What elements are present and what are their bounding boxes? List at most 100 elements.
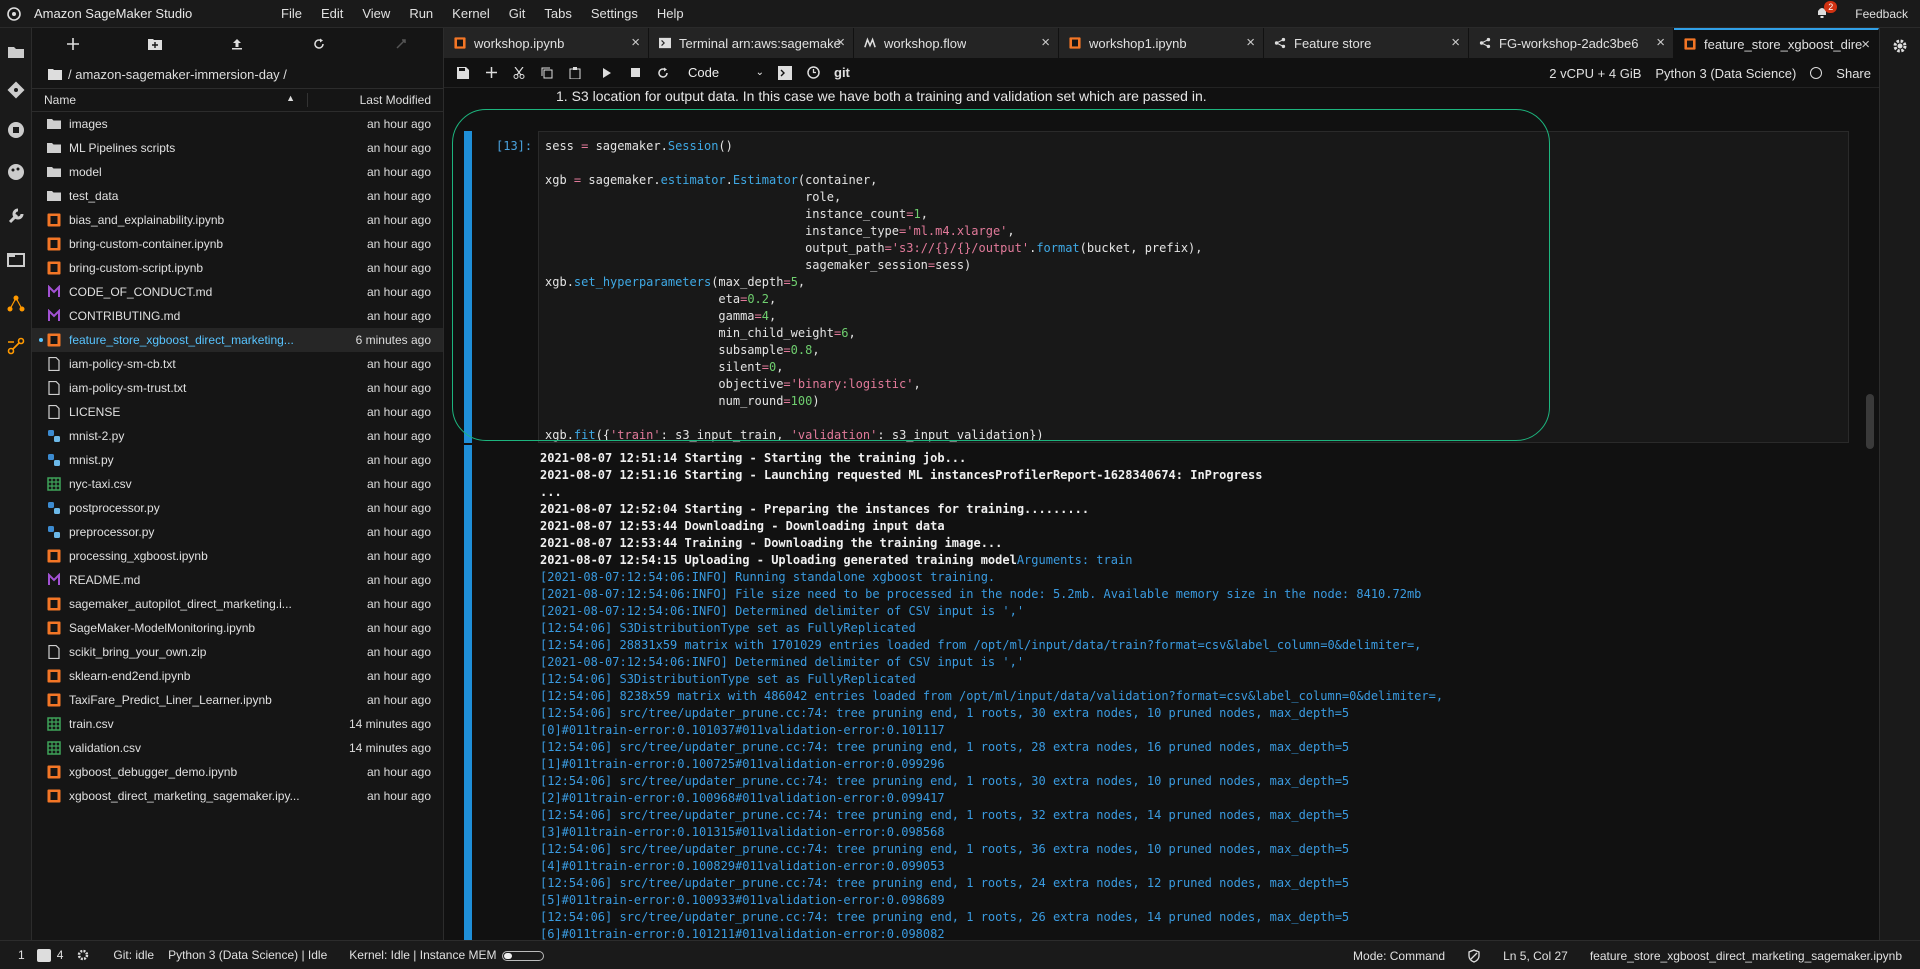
menu-git[interactable]: Git	[509, 6, 526, 21]
close-icon[interactable]: ×	[836, 35, 845, 50]
clock-button[interactable]	[804, 64, 822, 82]
menu-view[interactable]: View	[362, 6, 390, 21]
file-list-item[interactable]: README.md an hour ago	[32, 568, 443, 592]
git-icon[interactable]	[6, 80, 26, 100]
gear-icon[interactable]	[1892, 38, 1908, 54]
file-list-item[interactable]: feature_store_xgboost_direct_marketing..…	[32, 328, 443, 352]
refresh-button[interactable]	[278, 28, 360, 60]
tab-workshop-ipynb[interactable]: workshop.ipynb ×	[444, 28, 649, 58]
tab-workshop-flow[interactable]: workshop.flow ×	[854, 28, 1059, 58]
cut-button[interactable]	[510, 64, 528, 82]
code-cell[interactable]: [13]: sess = sagemaker.Session() xgb = sa…	[464, 123, 1849, 443]
file-list-item[interactable]: images an hour ago	[32, 112, 443, 136]
wrench-icon[interactable]	[6, 206, 26, 226]
upload-button[interactable]	[196, 28, 278, 60]
new-launcher-button[interactable]	[32, 28, 114, 60]
tab-feature-store-xgboost-dire[interactable]: feature_store_xgboost_dire ×	[1674, 28, 1879, 58]
cell-type-select[interactable]: Code ⌄	[688, 63, 764, 83]
close-icon[interactable]: ×	[1861, 37, 1870, 52]
paste-button[interactable]	[566, 64, 584, 82]
open-tabs-icon[interactable]	[6, 250, 26, 270]
tab-terminal-arn-aws-sagemake[interactable]: Terminal arn:aws:sagemake ×	[649, 28, 854, 58]
pipelines-icon[interactable]	[6, 336, 26, 356]
file-list-item[interactable]: TaxiFare_Predict_Liner_Learner.ipynb an h…	[32, 688, 443, 712]
file-list-item[interactable]: xgboost_debugger_demo.ipynb an hour ago	[32, 760, 443, 784]
file-list-item[interactable]: validation.csv 14 minutes ago	[32, 736, 443, 760]
file-list-item[interactable]: nyc-taxi.csv an hour ago	[32, 472, 443, 496]
close-icon[interactable]: ×	[631, 35, 640, 50]
file-list-item[interactable]: bring-custom-script.ipynb an hour ago	[32, 256, 443, 280]
column-name-header[interactable]: Name ▲	[32, 93, 308, 107]
file-list-item[interactable]: ML Pipelines scripts an hour ago	[32, 136, 443, 160]
menu-kernel[interactable]: Kernel	[452, 6, 490, 21]
restart-kernel-button[interactable]	[654, 64, 672, 82]
git-clone-button[interactable]	[360, 28, 442, 60]
sagemaker-resources-icon[interactable]	[6, 294, 26, 314]
column-modified-header[interactable]: Last Modified	[308, 93, 443, 107]
kernel-name-button[interactable]: Python 3 (Data Science)	[1655, 66, 1796, 81]
cursor-position[interactable]: Ln 5, Col 27	[1503, 949, 1568, 963]
file-list-item[interactable]: CODE_OF_CONDUCT.md an hour ago	[32, 280, 443, 304]
share-button[interactable]: Share	[1836, 66, 1871, 81]
file-list-item[interactable]: mnist.py an hour ago	[32, 448, 443, 472]
tab-feature-store[interactable]: Feature store ×	[1264, 28, 1469, 58]
kernel-status[interactable]: Python 3 (Data Science) | Idle	[168, 948, 327, 962]
file-list-item[interactable]: iam-policy-sm-cb.txt an hour ago	[32, 352, 443, 376]
simple-mode-count[interactable]: 1	[18, 948, 25, 962]
kernel-gear-icon[interactable]	[77, 949, 89, 961]
menu-tabs[interactable]: Tabs	[544, 6, 571, 21]
insert-cell-button[interactable]	[482, 64, 500, 82]
close-icon[interactable]: ×	[1246, 35, 1255, 50]
file-list-item[interactable]: scikit_bring_your_own.zip an hour ago	[32, 640, 443, 664]
menu-edit[interactable]: Edit	[321, 6, 343, 21]
breadcrumb-path[interactable]: / amazon-sagemaker-immersion-day /	[68, 67, 287, 82]
scrollbar-thumb[interactable]	[1866, 394, 1874, 449]
notifications-button[interactable]: 2	[1815, 1, 1838, 23]
file-list-item[interactable]: train.csv 14 minutes ago	[32, 712, 443, 736]
run-cell-button[interactable]	[598, 64, 616, 82]
git-button[interactable]: git	[834, 65, 850, 80]
file-list-item[interactable]: CONTRIBUTING.md an hour ago	[32, 304, 443, 328]
menu-run[interactable]: Run	[409, 6, 433, 21]
close-icon[interactable]: ×	[1451, 35, 1460, 50]
file-list-item[interactable]: bias_and_explainability.ipynb an hour ago	[32, 208, 443, 232]
file-list-item[interactable]: sklearn-end2end.ipynb an hour ago	[32, 664, 443, 688]
feedback-link[interactable]: Feedback	[1855, 7, 1908, 21]
new-folder-button[interactable]	[114, 28, 196, 60]
file-list-item[interactable]: xgboost_direct_marketing_sagemaker.ipy..…	[32, 784, 443, 808]
file-list-item[interactable]: processing_xgboost.ipynb an hour ago	[32, 544, 443, 568]
menu-help[interactable]: Help	[657, 6, 684, 21]
file-list-item[interactable]: LICENSE an hour ago	[32, 400, 443, 424]
open-terminal-button[interactable]	[776, 64, 794, 82]
trusted-shield-icon[interactable]	[1467, 948, 1481, 963]
folder-icon[interactable]	[6, 42, 26, 62]
interrupt-kernel-button[interactable]	[626, 64, 644, 82]
file-list-item[interactable]: postprocessor.py an hour ago	[32, 496, 443, 520]
terminal-icon[interactable]	[36, 948, 51, 962]
close-icon[interactable]: ×	[1041, 35, 1050, 50]
output-collapser-bar[interactable]	[464, 445, 472, 940]
tab-fg-workshop-2adc3be6[interactable]: FG-workshop-2adc3be6 ×	[1469, 28, 1674, 58]
notebook-mode[interactable]: Mode: Command	[1353, 949, 1445, 963]
file-list-item[interactable]: iam-policy-sm-trust.txt an hour ago	[32, 376, 443, 400]
terminal-count[interactable]: 4	[57, 948, 64, 962]
save-button[interactable]	[454, 64, 472, 82]
file-list-item[interactable]: SageMaker-ModelMonitoring.ipynb an hour a…	[32, 616, 443, 640]
git-status[interactable]: Git: idle	[113, 948, 154, 962]
kernel-memory[interactable]: Kernel: Idle | Instance MEM	[349, 948, 545, 962]
tab-workshop1-ipynb[interactable]: workshop1.ipynb ×	[1059, 28, 1264, 58]
palette-icon[interactable]	[6, 162, 26, 182]
instance-type-button[interactable]: 2 vCPU + 4 GiB	[1549, 66, 1641, 81]
file-list-item[interactable]: model an hour ago	[32, 160, 443, 184]
file-list-item[interactable]: test_data an hour ago	[32, 184, 443, 208]
close-icon[interactable]: ×	[1656, 35, 1665, 50]
code-editor[interactable]: sess = sagemaker.Session() xgb = sagemake…	[538, 131, 1849, 443]
copy-button[interactable]	[538, 64, 556, 82]
file-list-item[interactable]: bring-custom-container.ipynb an hour ago	[32, 232, 443, 256]
memory-toggle[interactable]	[502, 950, 545, 961]
file-list-item[interactable]: sagemaker_autopilot_direct_marketing.i..…	[32, 592, 443, 616]
folder-icon[interactable]	[48, 68, 62, 80]
cell-collapser-bar[interactable]	[464, 131, 472, 443]
running-terminals-icon[interactable]	[6, 120, 26, 140]
menu-file[interactable]: File	[281, 6, 302, 21]
